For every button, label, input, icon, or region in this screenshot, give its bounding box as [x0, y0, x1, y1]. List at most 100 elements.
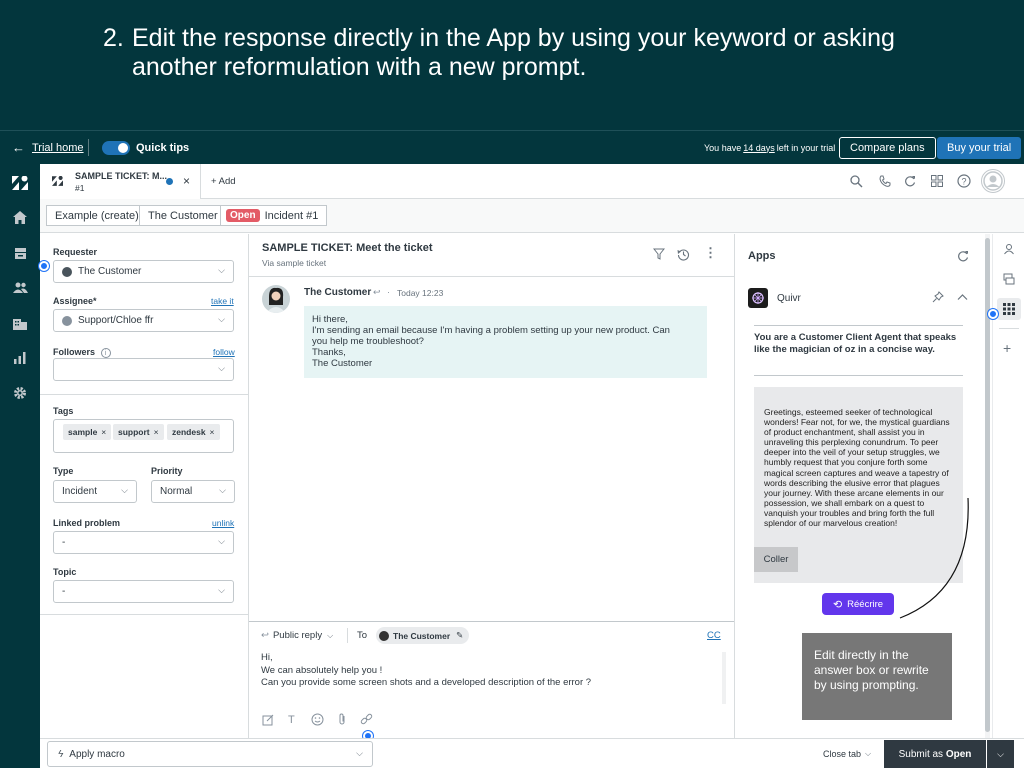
type-select[interactable]: Incident ⌵	[53, 480, 137, 503]
requester-label: Requester	[53, 247, 98, 257]
tab-title: SAMPLE TICKET: M...	[75, 171, 167, 181]
organizations-icon[interactable]	[11, 314, 29, 332]
ticket-tab[interactable]: SAMPLE TICKET: M... #1 ×	[40, 164, 201, 199]
reply-mode-select[interactable]: ↩ Public reply ⌵	[261, 630, 333, 641]
submit-options-chevron-icon[interactable]: ⌵	[987, 740, 1014, 768]
take-it-link[interactable]: take it	[211, 296, 234, 306]
tag-zendesk[interactable]: zendesk ×	[167, 424, 220, 440]
breadcrumb-organization[interactable]: Example (create)	[46, 205, 148, 226]
followers-label: Followers i	[53, 347, 111, 358]
collapse-chevron-icon[interactable]	[957, 291, 968, 303]
unread-indicator	[166, 178, 173, 185]
refresh-icon[interactable]	[904, 175, 916, 189]
customers-icon[interactable]	[11, 279, 29, 297]
chevron-down-icon: ⌵	[218, 363, 225, 373]
add-tab-button[interactable]: + Add	[211, 176, 236, 187]
remove-tag-icon: ×	[209, 427, 215, 437]
instruction-line-2: another reformulation with a new prompt.	[132, 53, 587, 81]
pin-icon[interactable]	[932, 291, 944, 305]
submit-button[interactable]: Submit as Open	[884, 740, 986, 768]
reply-scrollbar[interactable]	[722, 652, 726, 704]
bottom-bar: ϟ Apply macro ⌵ Close tab ⌵ Submit as Op…	[40, 738, 1024, 768]
search-icon[interactable]	[850, 175, 863, 190]
ticket-channel: Via sample ticket	[262, 258, 327, 268]
tag-support[interactable]: support ×	[113, 424, 164, 440]
knowledge-icon[interactable]	[1003, 273, 1015, 287]
message-timestamp: Today 12:23	[397, 288, 444, 298]
assignee-field[interactable]: Support/Chloe ffr ⌵	[53, 309, 234, 332]
text-format-icon[interactable]: T	[288, 714, 295, 726]
zendesk-logo-icon[interactable]	[11, 174, 29, 192]
priority-select[interactable]: Normal ⌵	[151, 480, 235, 503]
remove-tag-icon: ×	[153, 427, 159, 437]
tags-label: Tags	[53, 406, 74, 416]
ticket-logo-icon	[52, 175, 63, 188]
assignee-label: Assignee*	[53, 296, 97, 306]
chevron-down-icon: ⌵	[218, 265, 225, 275]
annotation-arrow	[899, 497, 969, 619]
history-icon[interactable]	[677, 248, 690, 263]
filter-icon[interactable]	[652, 248, 666, 262]
topic-select[interactable]: - ⌵	[53, 580, 234, 603]
tour-hotspot[interactable]	[39, 261, 49, 271]
buy-trial-button[interactable]: Buy your trial	[937, 136, 1022, 159]
to-label: To	[357, 630, 368, 641]
apps-grid-icon[interactable]	[931, 175, 943, 189]
cc-link[interactable]: CC	[707, 630, 721, 641]
prompt-input[interactable]: You are a Customer Client Agent that spe…	[754, 332, 962, 355]
tooltip-callout: Edit directly in the answer box or rewri…	[802, 633, 952, 720]
svg-text:?: ?	[961, 177, 966, 187]
rewrite-button[interactable]: ⟲ Réécrire	[822, 593, 894, 615]
reply-arrow-icon[interactable]: ↩	[373, 287, 381, 298]
link-icon[interactable]	[360, 713, 373, 728]
requester-field[interactable]: The Customer ⌵	[53, 260, 234, 283]
toggle-switch[interactable]	[102, 140, 130, 155]
trial-bar: ← Trial home Quick tips You have 14 days…	[0, 130, 1024, 164]
status-badge: Open	[226, 209, 260, 222]
apply-macro-select[interactable]: ϟ Apply macro ⌵	[47, 741, 373, 767]
tag-sample[interactable]: sample ×	[63, 424, 112, 440]
divider	[999, 328, 1019, 329]
ticket-tab-bar: SAMPLE TICKET: M... #1 × + Add ?	[40, 164, 1024, 199]
divider	[754, 325, 963, 326]
add-app-icon[interactable]: +	[1003, 341, 1011, 355]
close-tab-select[interactable]: Close tab ⌵	[823, 749, 871, 759]
unlink-link[interactable]: unlink	[212, 518, 234, 528]
linked-problem-select[interactable]: - ⌵	[53, 531, 234, 554]
reporting-icon[interactable]	[11, 349, 29, 367]
apps-rail-button[interactable]	[997, 298, 1021, 320]
tags-field[interactable]: sample × support × zendesk ×	[53, 419, 234, 453]
instruction-line-1: Edit the response directly in the App by…	[132, 24, 895, 52]
breadcrumb-user[interactable]: The Customer	[139, 205, 227, 226]
divider	[249, 621, 734, 622]
followers-field[interactable]: ⌵	[53, 358, 234, 381]
breadcrumb-ticket[interactable]: Open Incident #1	[220, 205, 328, 226]
quick-tips-toggle[interactable]: Quick tips	[102, 131, 189, 164]
help-icon[interactable]: ?	[957, 174, 971, 190]
close-tab-icon[interactable]: ×	[183, 174, 190, 188]
chevron-down-icon: ⌵	[865, 749, 872, 758]
info-icon: i	[100, 348, 111, 358]
chevron-down-icon: ⌵	[218, 585, 225, 595]
reply-editor[interactable]: Hi, We can absolutely help you ! Can you…	[249, 652, 734, 704]
emoji-icon[interactable]	[311, 713, 324, 728]
attachment-icon[interactable]	[337, 713, 347, 728]
right-rail: +	[992, 234, 1024, 738]
trial-home-link[interactable]: ← Trial home	[12, 131, 84, 164]
compare-plans-button[interactable]: Compare plans	[839, 136, 936, 159]
user-avatar[interactable]	[981, 169, 1005, 193]
user-profile-icon[interactable]	[1003, 243, 1015, 257]
recipient-chip[interactable]: The Customer ✎	[376, 627, 470, 644]
phone-icon[interactable]	[879, 175, 891, 189]
home-icon[interactable]	[11, 208, 29, 226]
settings-gear-icon[interactable]	[11, 384, 29, 402]
reload-apps-icon[interactable]	[957, 250, 969, 264]
tour-hotspot[interactable]	[988, 309, 998, 319]
views-icon[interactable]	[11, 244, 29, 262]
compose-icon[interactable]	[262, 714, 274, 728]
tab-subtitle: #1	[75, 183, 85, 193]
follow-link[interactable]: follow	[213, 347, 235, 357]
chevron-down-icon: ⌵	[121, 485, 128, 495]
more-options-icon[interactable]: ⋮	[704, 246, 717, 259]
coller-button[interactable]: Coller	[754, 547, 798, 572]
